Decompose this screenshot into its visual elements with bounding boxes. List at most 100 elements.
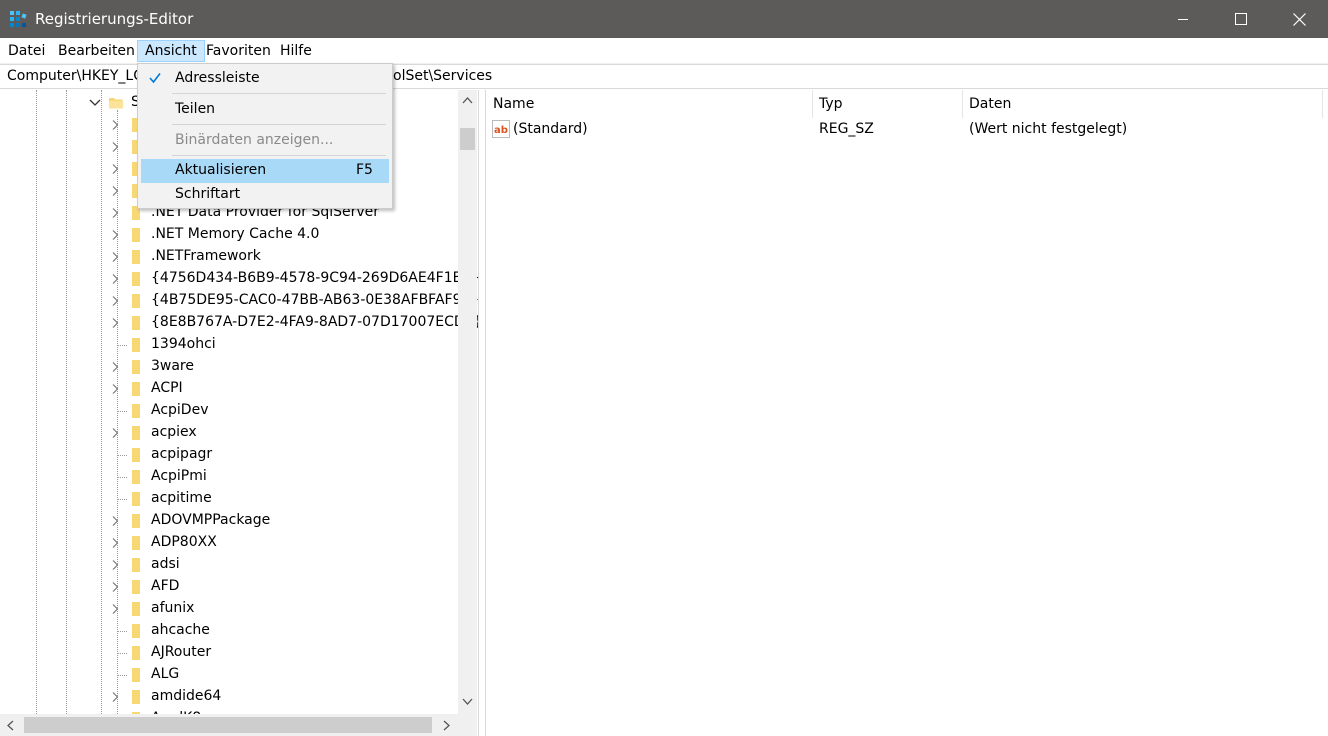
menu-datei[interactable]: Datei: [1, 40, 52, 62]
menu-item-shortcut: F5: [356, 162, 373, 178]
tree-node-label: ahcache: [151, 622, 210, 638]
chevron-down-icon[interactable]: [88, 97, 102, 109]
window-title: Registrierungs-Editor: [35, 10, 194, 28]
maximize-button[interactable]: [1218, 0, 1264, 38]
folder-icon: [132, 514, 140, 528]
tree-node[interactable]: AcpiDev: [0, 400, 460, 422]
tree-node[interactable]: adsi: [0, 554, 460, 576]
folder-open-icon: [109, 98, 123, 109]
menu-item-aktualisieren[interactable]: Aktualisieren F5: [141, 159, 389, 183]
folder-icon: [132, 448, 140, 462]
folder-icon: [132, 294, 140, 308]
menu-bearbeiten[interactable]: Bearbeiten: [51, 40, 142, 62]
tree-node[interactable]: amdide64: [0, 686, 460, 708]
chevron-right-icon[interactable]: [108, 426, 122, 440]
column-header-data[interactable]: Daten: [969, 96, 1011, 112]
tree-node-label: afunix: [151, 600, 195, 616]
tree-node[interactable]: ADP80XX: [0, 532, 460, 554]
chevron-right-icon[interactable]: [108, 580, 122, 594]
tree-vertical-scrollbar[interactable]: [458, 90, 477, 714]
tree-node[interactable]: 1394ohci: [0, 334, 460, 356]
menu-item-adressleiste[interactable]: Adressleiste: [141, 67, 389, 91]
menu-item-teilen[interactable]: Teilen: [141, 98, 389, 122]
column-header-name[interactable]: Name: [493, 96, 534, 112]
folder-icon: [132, 624, 140, 638]
tree-node[interactable]: {4B75DE95-CAC0-47BB-AB63-0E38AFBFAF96}: [0, 290, 478, 312]
tree-node[interactable]: ahcache: [0, 620, 460, 642]
tree-node[interactable]: .NETFramework: [0, 246, 460, 268]
folder-icon: [132, 228, 140, 242]
tree-node[interactable]: acpipagr: [0, 444, 460, 466]
tree-node[interactable]: acpiex: [0, 422, 460, 444]
tree-connector-line: [117, 631, 127, 632]
svg-text:ab: ab: [494, 125, 508, 136]
chevron-right-icon[interactable]: [108, 184, 122, 198]
folder-icon: [132, 382, 140, 396]
scroll-thumb[interactable]: [24, 717, 432, 733]
folder-icon: [132, 470, 140, 484]
chevron-right-icon[interactable]: [108, 690, 122, 704]
tree-node[interactable]: ACPI: [0, 378, 460, 400]
chevron-right-icon[interactable]: [108, 250, 122, 264]
chevron-right-icon[interactable]: [108, 294, 122, 308]
tree-node[interactable]: AFD: [0, 576, 460, 598]
chevron-right-icon[interactable]: [108, 536, 122, 550]
tree-node[interactable]: {8E8B767A-D7E2-4FA9-8AD7-07D17007ECDE}: [0, 312, 478, 334]
menu-item-label: Teilen: [175, 101, 216, 117]
chevron-right-icon[interactable]: [108, 514, 122, 528]
column-header-type[interactable]: Typ: [819, 96, 843, 112]
menu-bar: Datei Bearbeiten Ansicht Favoriten Hilfe: [0, 38, 1328, 64]
scroll-up-icon[interactable]: [462, 96, 473, 104]
tree-connector-line: [117, 499, 127, 500]
chevron-right-icon[interactable]: [108, 316, 122, 330]
chevron-right-icon[interactable]: [108, 602, 122, 616]
chevron-right-icon[interactable]: [108, 360, 122, 374]
chevron-right-icon[interactable]: [108, 140, 122, 154]
tree-node-label: .NET Memory Cache 4.0: [151, 226, 320, 242]
chevron-right-icon[interactable]: [108, 228, 122, 242]
chevron-right-icon[interactable]: [108, 382, 122, 396]
tree-node[interactable]: afunix: [0, 598, 460, 620]
close-button[interactable]: [1276, 0, 1322, 38]
tree-node[interactable]: ALG: [0, 664, 460, 686]
tree-connector-line: [117, 675, 127, 676]
tree-node[interactable]: AJRouter: [0, 642, 460, 664]
scroll-down-icon[interactable]: [462, 698, 473, 706]
tree-node-label: ACPI: [151, 380, 183, 396]
tree-node[interactable]: AcpiPmi: [0, 466, 460, 488]
values-list[interactable]: Name Typ Daten ab (Standard) REG_SZ (Wer…: [486, 90, 1328, 736]
pane-splitter[interactable]: [478, 90, 486, 736]
tree-node[interactable]: acpitime: [0, 488, 460, 510]
column-separator[interactable]: [812, 90, 813, 118]
tree-node[interactable]: 3ware: [0, 356, 460, 378]
tree-node[interactable]: .NET Memory Cache 4.0: [0, 224, 460, 246]
chevron-right-icon[interactable]: [108, 206, 122, 220]
menu-hilfe[interactable]: Hilfe: [273, 40, 319, 62]
menu-item-binaerdaten: Binärdaten anzeigen...: [141, 129, 389, 153]
menu-favoriten[interactable]: Favoriten: [199, 40, 278, 62]
minimize-button[interactable]: [1160, 0, 1206, 38]
tree-horizontal-scrollbar[interactable]: [0, 714, 460, 736]
menu-ansicht[interactable]: Ansicht: [137, 40, 205, 62]
address-path-start: Computer\HKEY_LC: [7, 68, 143, 84]
menu-item-schriftart[interactable]: Schriftart: [141, 183, 389, 207]
close-icon: [1292, 12, 1306, 26]
tree-node[interactable]: {4756D434-B6B9-4578-9C94-269D6AE4F1B7}: [0, 268, 478, 290]
chevron-right-icon[interactable]: [108, 162, 122, 176]
column-separator[interactable]: [962, 90, 963, 118]
scroll-thumb[interactable]: [460, 128, 475, 150]
scroll-right-icon[interactable]: [443, 720, 451, 731]
chevron-right-icon[interactable]: [108, 118, 122, 132]
tree-node-label: {4B75DE95-CAC0-47BB-AB63-0E38AFBFAF96}: [151, 292, 478, 308]
menu-separator: [172, 155, 386, 156]
folder-icon: [132, 404, 140, 418]
tree-connector-line: [117, 411, 127, 412]
scroll-left-icon[interactable]: [6, 720, 14, 731]
tree-node[interactable]: ADOVMPPackage: [0, 510, 460, 532]
chevron-right-icon[interactable]: [108, 272, 122, 286]
column-separator[interactable]: [1322, 90, 1323, 118]
chevron-right-icon[interactable]: [108, 558, 122, 572]
tree-node-label: acpipagr: [151, 446, 213, 462]
title-bar: Registrierungs-Editor: [0, 0, 1328, 38]
scrollbar-corner: [458, 714, 477, 736]
